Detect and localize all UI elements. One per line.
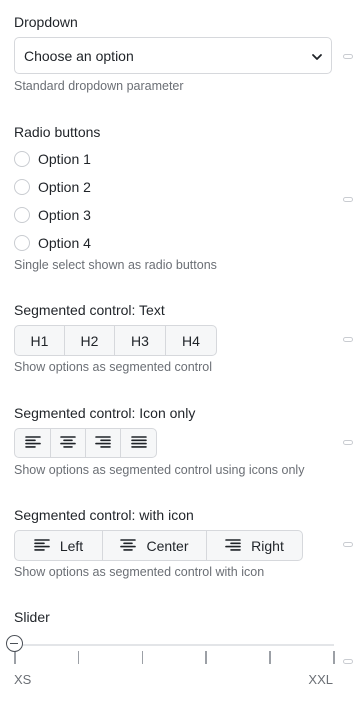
- drag-handle-icon[interactable]: [343, 440, 353, 445]
- slider-max-label: XXL: [308, 672, 333, 687]
- align-right-icon: [225, 538, 241, 554]
- slider-tick: [77, 651, 80, 664]
- seg-with-icon-control: Left Center Right: [14, 530, 303, 561]
- align-left-icon: [24, 435, 41, 451]
- slider-tick: [14, 651, 16, 664]
- seg-option-center[interactable]: [51, 429, 86, 457]
- radio-help: Single select shown as radio buttons: [14, 258, 217, 272]
- radio-circle: [14, 179, 30, 195]
- seg-icon-label: Segmented control: Icon only: [14, 405, 196, 421]
- slider-min-label: XS: [14, 672, 32, 687]
- slider-label: Slider: [14, 609, 50, 625]
- radio-option-label: Option 4: [38, 235, 91, 251]
- slider-tick: [333, 651, 335, 664]
- slider-tick: [205, 651, 207, 664]
- seg-icon-help: Show options as segmented control using …: [14, 463, 305, 477]
- seg-option-right[interactable]: Right: [207, 531, 302, 560]
- dropdown-select[interactable]: Choose an option: [14, 37, 332, 74]
- radio-circle: [14, 151, 30, 167]
- seg-with-icon-help: Show options as segmented control with i…: [14, 565, 265, 579]
- seg-option-left[interactable]: [15, 429, 51, 457]
- seg-option-h4[interactable]: H4: [166, 326, 216, 355]
- seg-option-h3[interactable]: H3: [115, 326, 166, 355]
- align-center-icon: [120, 538, 137, 554]
- radio-circle: [14, 207, 30, 223]
- radio-option-label: Option 3: [38, 207, 91, 223]
- seg-with-icon-label: Segmented control: with icon: [14, 507, 194, 523]
- align-justify-icon: [130, 435, 147, 451]
- seg-icon-control: [14, 428, 157, 458]
- seg-option-center[interactable]: Center: [103, 531, 207, 560]
- dropdown-label: Dropdown: [14, 14, 78, 30]
- drag-handle-icon[interactable]: [343, 54, 353, 59]
- drag-handle-icon[interactable]: [343, 337, 353, 342]
- drag-handle-icon[interactable]: [343, 197, 353, 202]
- slider-track[interactable]: [14, 644, 334, 646]
- drag-handle-icon[interactable]: [343, 542, 353, 547]
- seg-option-left[interactable]: Left: [15, 531, 103, 560]
- seg-option-label: Right: [251, 537, 284, 554]
- align-right-icon: [95, 435, 111, 451]
- drag-handle-icon[interactable]: [343, 659, 353, 664]
- radio-circle: [14, 235, 30, 251]
- radio-option-label: Option 2: [38, 179, 91, 195]
- seg-option-h2[interactable]: H2: [65, 326, 115, 355]
- align-left-icon: [34, 538, 50, 554]
- slider-tick: [141, 651, 144, 664]
- seg-text-label: Segmented control: Text: [14, 302, 165, 318]
- dropdown-value: Choose an option: [24, 48, 134, 64]
- seg-option-h1[interactable]: H1: [15, 326, 65, 355]
- chevron-down-icon: [311, 50, 323, 68]
- seg-text-control: H1 H2 H3 H4: [14, 325, 217, 356]
- seg-option-justify[interactable]: [121, 429, 156, 457]
- seg-text-help: Show options as segmented control: [14, 360, 213, 374]
- seg-option-label: Center: [146, 537, 189, 554]
- align-center-icon: [60, 435, 76, 451]
- slider-tick: [269, 651, 271, 664]
- seg-option-label: Left: [59, 537, 84, 554]
- seg-option-right[interactable]: [86, 429, 121, 457]
- radio-label: Radio buttons: [14, 124, 101, 140]
- slider-thumb[interactable]: [5, 635, 23, 652]
- dropdown-help: Standard dropdown parameter: [14, 79, 184, 93]
- radio-option-label: Option 1: [38, 151, 91, 167]
